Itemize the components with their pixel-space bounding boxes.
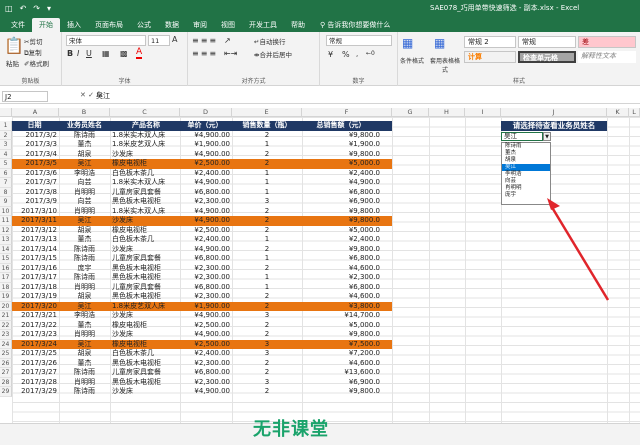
annotation-overlay <box>547 198 610 301</box>
red-arrow <box>548 203 610 301</box>
watermark-logo: 无非课堂 <box>253 419 329 440</box>
red-arrow-head <box>547 198 560 210</box>
